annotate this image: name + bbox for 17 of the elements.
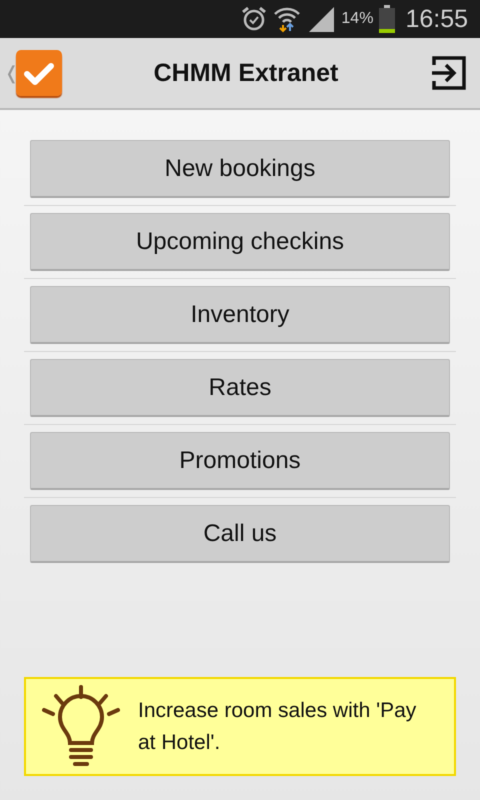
app-logo-icon[interactable] (16, 50, 62, 96)
logout-icon[interactable] (430, 54, 468, 92)
battery-icon (379, 5, 396, 33)
menu-button[interactable]: Upcoming checkins (30, 213, 450, 271)
menu-button[interactable]: Call us (30, 505, 450, 563)
signal-icon (307, 5, 336, 33)
battery-percent: 14% (341, 10, 374, 28)
alarm-clock-icon (241, 6, 268, 32)
menu-button[interactable]: New bookings (30, 140, 450, 198)
menu-button[interactable]: Inventory (30, 286, 450, 344)
clock-time: 16:55 (405, 4, 468, 34)
menu-button[interactable]: Promotions (30, 432, 450, 490)
lightbulb-icon (42, 684, 120, 768)
tip-text: Increase room sales with 'Pay at Hotel'. (138, 698, 418, 756)
menu-button[interactable]: Rates (30, 359, 450, 417)
wifi-icon (273, 5, 302, 33)
app-title: CHMM Extranet (152, 58, 340, 88)
